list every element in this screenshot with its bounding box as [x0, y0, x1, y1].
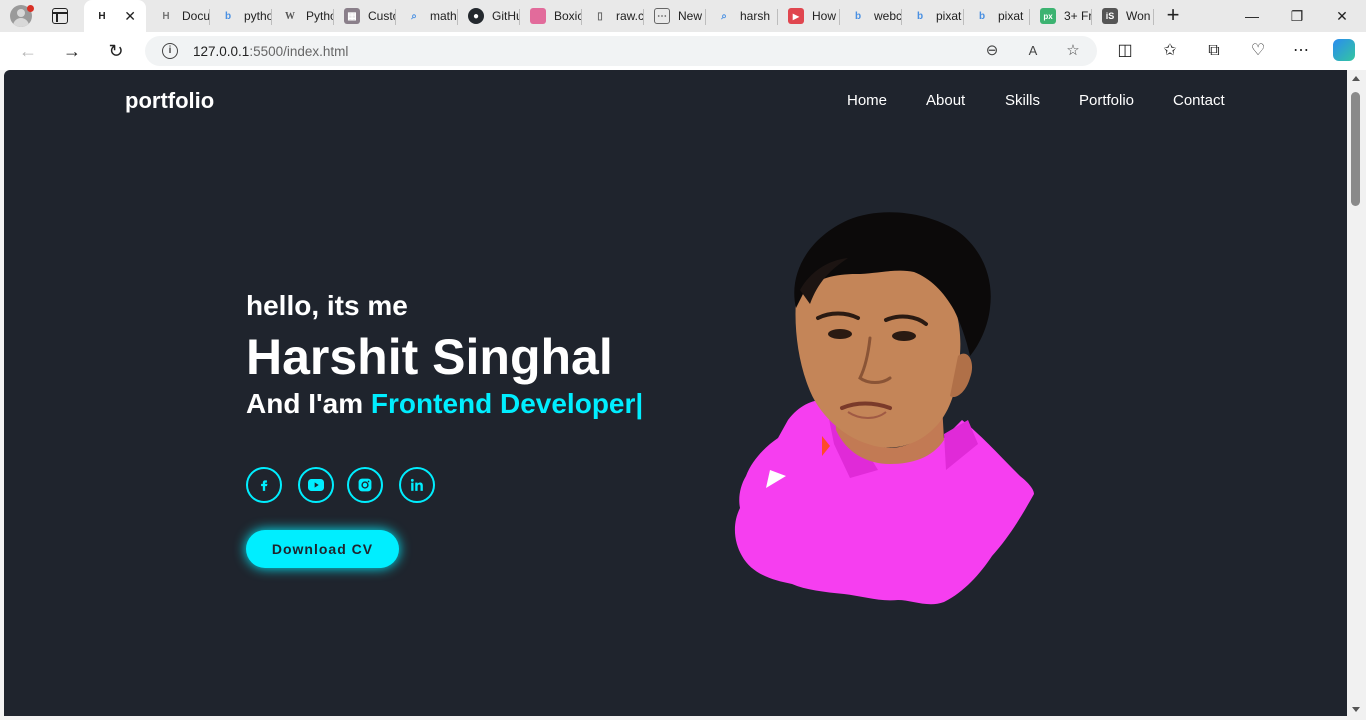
site-info-icon[interactable]: i: [162, 43, 178, 59]
bing-icon: b: [854, 10, 862, 22]
collections-icon[interactable]: ⧉: [1204, 41, 1224, 61]
restore-icon[interactable]: ❐: [1273, 0, 1321, 32]
zoom-icon[interactable]: ⊖: [983, 42, 1001, 60]
boxicons-icon: [530, 8, 546, 24]
tab[interactable]: ▶ How: [778, 2, 840, 30]
tab-label: pixat: [998, 9, 1024, 23]
instagram-icon[interactable]: [347, 467, 383, 503]
close-window-icon[interactable]: ✕: [1318, 0, 1366, 32]
browser-toolbar: ← → ↻ i 127.0.0.1:5500/index.html ⊖ A ☆ …: [0, 32, 1366, 70]
minimize-icon[interactable]: —: [1228, 0, 1276, 32]
tab[interactable]: W Pytho: [272, 2, 334, 30]
nav-contact[interactable]: Contact: [1173, 92, 1225, 109]
nav-skills[interactable]: Skills: [1005, 92, 1040, 109]
scrollbar-thumb[interactable]: [1351, 92, 1360, 206]
site-logo[interactable]: portfolio: [125, 88, 214, 114]
newtab-icon: ⋯: [654, 8, 670, 24]
read-aloud-icon[interactable]: A: [1024, 42, 1042, 60]
nav-home[interactable]: Home: [847, 92, 887, 109]
tab[interactable]: b pytho: [210, 2, 272, 30]
tab[interactable]: ▦ Custo: [334, 2, 396, 30]
tab-active[interactable]: H ✕: [84, 0, 146, 32]
tab-label: pytho: [244, 9, 272, 23]
grid-icon: ▦: [344, 8, 360, 24]
tab-label: How: [812, 9, 837, 23]
tab-label: harsh: [740, 9, 771, 23]
reload-icon[interactable]: ↻: [105, 40, 127, 62]
tab-label: Boxic: [554, 9, 582, 23]
tab[interactable]: b webc: [840, 2, 902, 30]
page-scrollbar[interactable]: [1347, 70, 1366, 720]
bing-icon: b: [978, 10, 986, 22]
tab[interactable]: b pixat: [902, 2, 964, 30]
page-viewport: portfolio Home About Skills Portfolio Co…: [4, 70, 1347, 716]
search-icon: ⌕: [721, 10, 727, 22]
tab-label: webc: [874, 9, 902, 23]
tab[interactable]: ▯ raw.c: [582, 2, 644, 30]
nav-about[interactable]: About: [926, 92, 965, 109]
scroll-down-icon[interactable]: [1352, 707, 1360, 712]
html-icon: H: [98, 10, 106, 22]
tab-label: pixat: [936, 9, 962, 23]
forward-icon[interactable]: →: [61, 40, 83, 62]
tab-label: Custo: [368, 9, 396, 23]
role-typed-text: Frontend Developer|: [370, 388, 644, 419]
address-url[interactable]: 127.0.0.1:5500/index.html: [193, 44, 348, 59]
favorite-star-icon[interactable]: ☆: [1064, 42, 1082, 60]
tab-label: GitHu: [492, 9, 520, 23]
tab-label: raw.c: [616, 9, 644, 23]
download-cv-button[interactable]: Download CV: [246, 530, 399, 568]
favorites-icon[interactable]: ✩: [1160, 41, 1180, 61]
tab-label: Won: [1126, 9, 1151, 23]
tab[interactable]: ⋯ New: [644, 2, 706, 30]
notification-dot: [27, 5, 34, 12]
nav-portfolio[interactable]: Portfolio: [1079, 92, 1134, 109]
browser-tabstrip: H ✕ H Docu b pytho W Pytho ▦ Custo ⌕ mat…: [0, 0, 1366, 32]
tab[interactable]: ⌕ harsh: [706, 2, 778, 30]
tab[interactable]: H Docu: [148, 2, 210, 30]
pixabay-icon: px: [1040, 8, 1056, 24]
search-icon: ⌕: [411, 10, 417, 22]
file-icon: ▯: [597, 10, 603, 22]
role-prefix: And I'am: [246, 388, 364, 419]
tab[interactable]: iS Won: [1092, 2, 1154, 30]
more-menu-icon[interactable]: ⋯: [1291, 41, 1311, 61]
tab-label: Pytho: [306, 9, 334, 23]
tab[interactable]: b pixat: [964, 2, 1030, 30]
hero-name: Harshit Singhal: [246, 329, 613, 385]
tab[interactable]: ⌕ math: [396, 2, 458, 30]
tab-actions-icon[interactable]: [52, 8, 68, 24]
tab-label: New: [678, 9, 703, 23]
new-tab-icon[interactable]: +: [1161, 4, 1185, 28]
tab-label: math: [430, 9, 457, 23]
hero-greeting: hello, its me: [246, 290, 408, 321]
browser-essentials-icon[interactable]: ♡: [1248, 41, 1268, 61]
tab[interactable]: ● GitHu: [458, 2, 520, 30]
scroll-up-icon[interactable]: [1352, 76, 1360, 81]
address-bar[interactable]: i 127.0.0.1:5500/index.html ⊖ A ☆: [145, 36, 1097, 66]
close-tab-icon[interactable]: ✕: [124, 8, 136, 25]
copilot-icon[interactable]: [1333, 39, 1355, 61]
istock-icon: iS: [1102, 8, 1118, 24]
tab[interactable]: Boxic: [520, 2, 582, 30]
html-icon: H: [162, 10, 170, 22]
profile-photo: [734, 212, 1034, 605]
tab-label: Docu: [182, 9, 210, 23]
split-screen-icon[interactable]: ◫: [1115, 41, 1135, 61]
youtube-icon[interactable]: [298, 467, 334, 503]
bing-icon: b: [224, 10, 232, 22]
wikipedia-icon: W: [285, 10, 295, 22]
hero-role: And I'am Frontend Developer|: [246, 388, 643, 420]
github-icon: ●: [468, 8, 484, 24]
tab-label: 3+ Fr: [1064, 9, 1092, 23]
youtube-icon: ▶: [788, 8, 804, 24]
bing-icon: b: [916, 10, 924, 22]
facebook-icon[interactable]: [246, 467, 282, 503]
linkedin-icon[interactable]: [399, 467, 435, 503]
tab[interactable]: px 3+ Fr: [1030, 2, 1092, 30]
back-icon[interactable]: ←: [17, 40, 39, 62]
